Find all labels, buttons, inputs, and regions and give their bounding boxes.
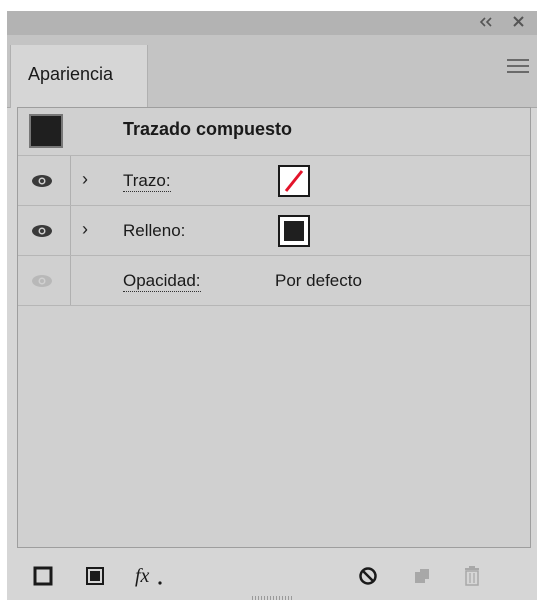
collapse-panel-button[interactable] bbox=[474, 14, 498, 32]
stroke-row[interactable]: › Trazo: bbox=[18, 156, 530, 206]
clear-appearance-icon bbox=[359, 567, 377, 585]
duplicate-item-icon bbox=[415, 569, 429, 583]
tab-apariencia[interactable]: Apariencia bbox=[10, 45, 148, 108]
opacity-row[interactable]: Opacidad: Por defecto bbox=[18, 256, 530, 306]
add-new-stroke-button[interactable] bbox=[31, 564, 55, 588]
appearance-panel: Apariencia Trazado compuesto › Trazo: › … bbox=[7, 11, 537, 600]
tab-label: Apariencia bbox=[28, 64, 114, 84]
opacity-label-text[interactable]: Opacidad: bbox=[123, 271, 201, 292]
panel-title-bar bbox=[7, 11, 537, 35]
duplicate-item-button[interactable] bbox=[410, 564, 434, 588]
delete-item-button[interactable] bbox=[460, 564, 484, 588]
close-panel-button[interactable] bbox=[507, 14, 529, 32]
svg-text:fx: fx bbox=[135, 565, 150, 587]
double-chevron-left-icon bbox=[479, 17, 492, 27]
opacity-label[interactable]: Opacidad: bbox=[123, 271, 201, 292]
object-row[interactable]: Trazado compuesto bbox=[18, 108, 530, 156]
object-thumbnail bbox=[29, 114, 63, 148]
object-title: Trazado compuesto bbox=[123, 119, 293, 139]
chevron-right-icon[interactable]: › bbox=[82, 169, 88, 190]
hamburger-menu-icon[interactable] bbox=[507, 59, 529, 73]
eye-icon[interactable] bbox=[31, 274, 53, 288]
fill-swatch[interactable] bbox=[278, 215, 310, 247]
opacity-value: Por defecto bbox=[275, 271, 362, 290]
clear-appearance-button[interactable] bbox=[356, 564, 380, 588]
close-icon bbox=[512, 16, 524, 27]
trash-icon bbox=[465, 566, 479, 586]
eye-icon[interactable] bbox=[31, 224, 53, 238]
fill-swatch-inner bbox=[284, 221, 304, 241]
stroke-label-text[interactable]: Trazo: bbox=[123, 171, 171, 192]
fill-row[interactable]: › Relleno: bbox=[18, 206, 530, 256]
add-effect-button[interactable]: fx bbox=[133, 564, 167, 588]
stroke-swatch[interactable] bbox=[278, 165, 310, 197]
add-new-fill-button[interactable] bbox=[83, 564, 107, 588]
no-color-slash-icon bbox=[284, 170, 304, 192]
fill-label: Relleno: bbox=[123, 221, 186, 240]
tab-bar: Apariencia bbox=[7, 35, 537, 108]
stroke-label[interactable]: Trazo: bbox=[123, 171, 171, 192]
appearance-list: Trazado compuesto › Trazo: › Relleno: Op… bbox=[17, 107, 531, 548]
chevron-right-icon[interactable]: › bbox=[82, 219, 88, 240]
bottom-toolbar: fx bbox=[7, 554, 537, 600]
fx-icon: fx bbox=[135, 565, 162, 587]
new-fill-icon bbox=[86, 567, 104, 585]
resize-grip[interactable] bbox=[252, 596, 292, 600]
eye-icon[interactable] bbox=[31, 174, 53, 188]
new-stroke-icon bbox=[33, 566, 53, 586]
